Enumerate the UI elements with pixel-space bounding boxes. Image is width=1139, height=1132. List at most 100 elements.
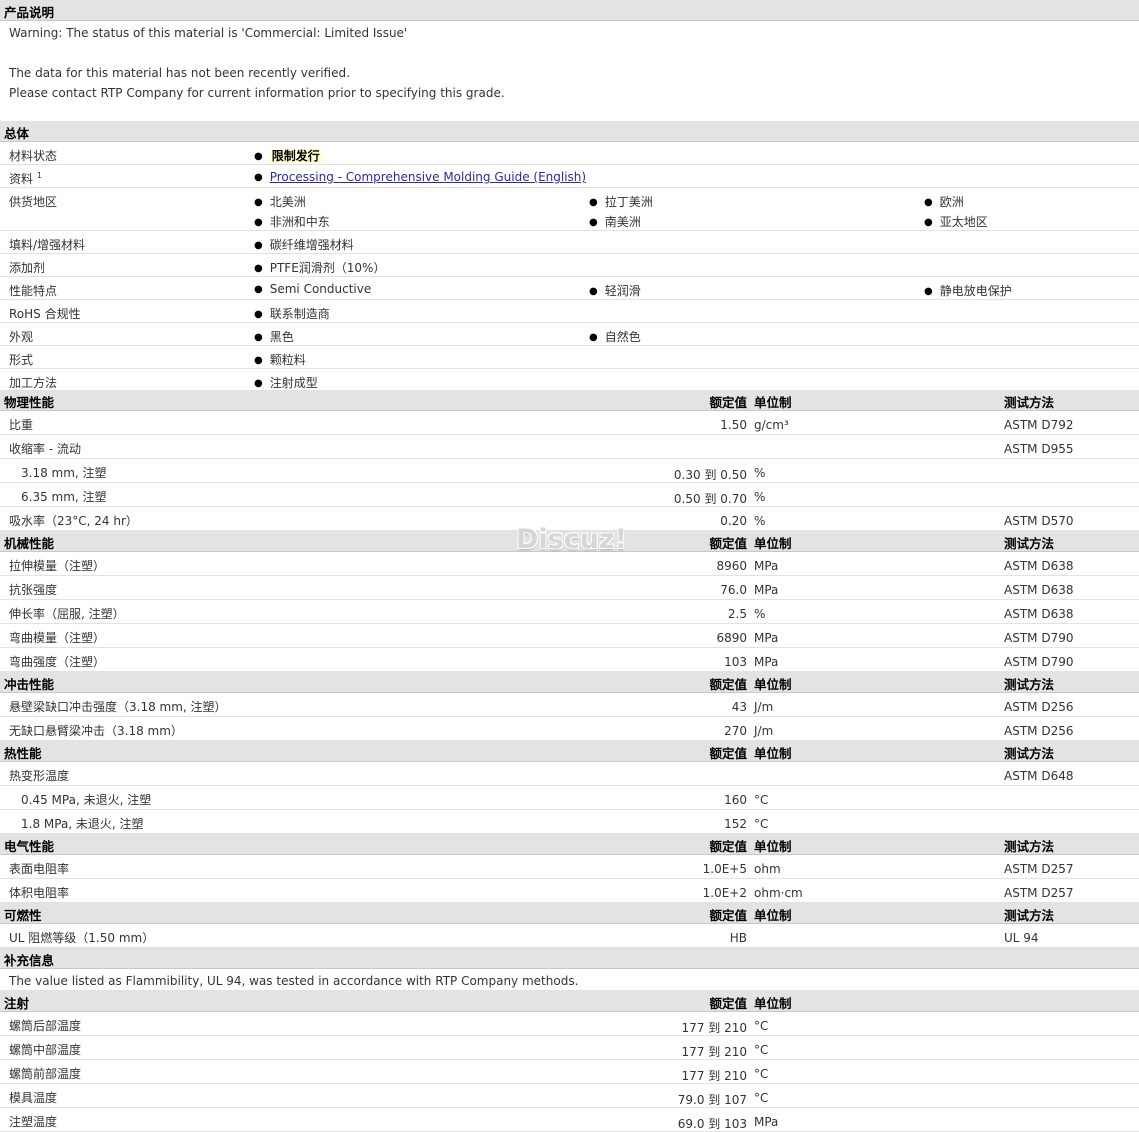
column-header-method: 测试方法	[1004, 395, 1055, 410]
property-row: 弯曲模量（注塑） 6890 MPa ASTM D790	[0, 624, 1139, 648]
property-row: 模具温度 79.0 到 107 °C	[0, 1084, 1139, 1108]
property-value: 0.30 到 0.50	[673, 468, 747, 482]
property-value: 177 到 210	[681, 1069, 747, 1083]
section-title: 产品说明	[4, 5, 55, 20]
datasheet: 产品说明 Warning: The status of this materia…	[0, 0, 1139, 1132]
column-header-unit: 单位制	[754, 908, 792, 923]
section-title: 可燃性	[4, 908, 42, 923]
property-label: 体积电阻率	[9, 886, 70, 900]
rohs-item: 联系制造商	[254, 305, 330, 322]
property-label: 无缺口悬臂梁冲击（3.18 mm）	[9, 724, 183, 738]
column-header-nominal: 额定值	[709, 996, 747, 1011]
property-row: 注塑温度 69.0 到 103 MPa	[0, 1108, 1139, 1132]
row-label: 添加剂	[9, 261, 46, 275]
section-header-supplemental: 补充信息	[0, 948, 1139, 969]
column-header-nominal: 额定值	[709, 746, 747, 761]
row-label: 供货地区	[9, 195, 58, 209]
property-row: 1.8 MPa, 未退火, 注塑 152 °C	[0, 810, 1139, 834]
property-value: 152	[724, 817, 747, 831]
filler-row: 填料/增强材料 碳纤维增强材料	[0, 231, 1139, 254]
warning-text: Warning: The status of this material is …	[9, 26, 408, 40]
property-value: 103	[724, 655, 747, 669]
property-label: UL 阻燃等级（1.50 mm）	[9, 931, 155, 945]
column-header-unit: 单位制	[754, 746, 792, 761]
test-method: ASTM D257	[1004, 862, 1074, 876]
section-header-physical: 物理性能 额定值 单位制 测试方法	[0, 390, 1139, 411]
property-row: 6.35 mm, 注塑 0.50 到 0.70%	[0, 483, 1139, 507]
status-value: 限制发行	[269, 149, 322, 163]
property-label: 3.18 mm, 注塑	[21, 466, 107, 480]
row-label: 资料 1	[9, 171, 42, 186]
molding-guide-link[interactable]: Processing - Comprehensive Molding Guide…	[270, 170, 586, 184]
property-label: 抗张强度	[9, 583, 58, 597]
section-title: 冲击性能	[4, 677, 55, 692]
test-method: ASTM D790	[1004, 655, 1074, 669]
property-unit: °C	[754, 817, 769, 831]
property-unit: °C	[754, 1043, 769, 1057]
property-unit: g/cm³	[754, 418, 789, 432]
section-title: 热性能	[4, 746, 42, 761]
property-label: 吸水率（23°C, 24 hr）	[9, 514, 138, 528]
status-item: 限制发行	[254, 147, 322, 164]
property-row: 体积电阻率 1.0E+2 ohm·cm ASTM D257	[0, 879, 1139, 903]
property-value: 1.50	[720, 418, 747, 432]
test-method: ASTM D257	[1004, 886, 1074, 900]
property-unit: %	[754, 490, 766, 504]
property-label: 螺筒后部温度	[9, 1019, 82, 1033]
property-unit: °C	[754, 1067, 769, 1081]
supplemental-note: The value listed as Flammibility, UL 94,…	[9, 974, 579, 988]
property-label: 注塑温度	[9, 1115, 58, 1129]
feature-item: 轻润滑	[589, 282, 641, 299]
column-header-method: 测试方法	[1004, 677, 1055, 692]
footnote-marker: 1	[36, 171, 42, 180]
verification-note: The data for this material has not been …	[9, 66, 350, 80]
row-label: 形式	[9, 353, 34, 367]
property-row: 热变形温度 ASTM D648	[0, 762, 1139, 786]
section-title: 物理性能	[4, 395, 55, 410]
resources-row: 资料 1 Processing - Comprehensive Molding …	[0, 165, 1139, 188]
material-status-row: 材料状态 限制发行	[0, 142, 1139, 165]
discuz-watermark: Discuz!	[516, 524, 627, 555]
property-unit: MPa	[754, 655, 779, 669]
property-value: 43	[731, 700, 747, 714]
property-label: 悬壁梁缺口冲击强度（3.18 mm, 注塑）	[9, 700, 227, 714]
row-label: 材料状态	[9, 149, 58, 163]
region-item: 亚太地区	[924, 213, 988, 230]
resource-item: Processing - Comprehensive Molding Guide…	[254, 170, 586, 184]
property-value: 2.5	[727, 607, 747, 621]
property-label: 收缩率 - 流动	[9, 442, 81, 456]
column-header-method: 测试方法	[1004, 536, 1055, 551]
property-unit: MPa	[754, 559, 779, 573]
column-header-nominal: 额定值	[709, 839, 747, 854]
column-header-unit: 单位制	[754, 839, 792, 854]
test-method: ASTM D638	[1004, 583, 1074, 597]
additive-item: PTFE润滑剂（10%）	[254, 259, 386, 276]
property-value: 6890	[716, 631, 747, 645]
section-header-injection: 注射 额定值 单位制	[0, 991, 1139, 1012]
features-row: 性能特点 Semi Conductive 轻润滑 静电放电保护	[0, 277, 1139, 300]
property-value: 1.0E+2	[702, 886, 747, 900]
feature-item: Semi Conductive	[254, 282, 372, 296]
feature-item: 静电放电保护	[924, 282, 1012, 299]
property-unit: %	[754, 607, 766, 621]
property-value: 0.20	[720, 514, 747, 528]
test-method: ASTM D792	[1004, 418, 1074, 432]
section-header-flammability: 可燃性 额定值 单位制 测试方法	[0, 903, 1139, 924]
form-item: 颗粒料	[254, 351, 306, 368]
section-header-impact: 冲击性能 额定值 单位制 测试方法	[0, 672, 1139, 693]
property-value: 270	[724, 724, 747, 738]
row-label: 外观	[9, 330, 34, 344]
processing-row: 加工方法 注射成型	[0, 369, 1139, 390]
property-unit: °C	[754, 793, 769, 807]
property-unit: MPa	[754, 1115, 779, 1129]
section-title: 电气性能	[4, 839, 55, 854]
property-row: 螺筒前部温度 177 到 210 °C	[0, 1060, 1139, 1084]
region-item: 拉丁美洲	[589, 193, 653, 210]
column-header-nominal: 额定值	[709, 395, 747, 410]
property-unit: ohm·cm	[754, 886, 803, 900]
test-method: UL 94	[1004, 931, 1039, 945]
property-tables: 物理性能 额定值 单位制 测试方法 比重 1.50 g/cm³ ASTM D792 收缩率 - …	[0, 390, 1139, 1132]
property-label: 模具温度	[9, 1091, 58, 1105]
property-unit: %	[754, 466, 766, 480]
test-method: ASTM D638	[1004, 607, 1074, 621]
